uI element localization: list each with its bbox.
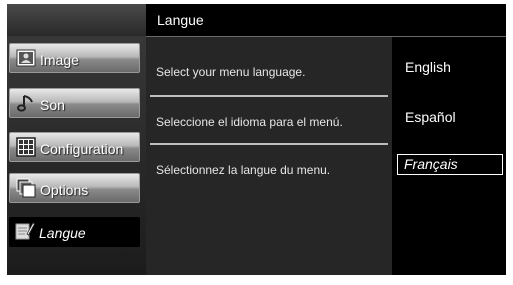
screen: Image Son Configuration Options Langue L… <box>0 0 513 285</box>
document-pen-icon <box>15 221 36 241</box>
language-option-spanish[interactable]: Español <box>405 109 456 125</box>
image-icon <box>16 48 36 68</box>
menu-item-label: Image <box>40 52 79 68</box>
menu-header: Langue <box>146 4 506 37</box>
menu-item-label: Langue <box>39 225 86 241</box>
grid-icon <box>16 137 36 157</box>
music-note-icon <box>16 93 36 113</box>
menu-item-label: Configuration <box>40 141 124 157</box>
language-option-english[interactable]: English <box>405 59 451 75</box>
stacked-windows-icon <box>16 178 36 198</box>
menu-item-langue[interactable]: Langue <box>9 217 140 247</box>
divider <box>150 143 388 145</box>
menu-item-label: Son <box>40 97 65 113</box>
menu-item-son[interactable]: Son <box>9 88 140 118</box>
divider <box>150 95 388 97</box>
description-french: Sélectionnez la langue du menu. <box>156 163 331 177</box>
menu-sidebar: Image Son Configuration Options Langue <box>7 4 146 275</box>
menu-item-image[interactable]: Image <box>9 43 140 73</box>
settings-panel: Image Son Configuration Options Langue L… <box>7 4 506 275</box>
description-panel: Select your menu language. Seleccione el… <box>146 37 392 275</box>
menu-item-label: Options <box>40 182 89 198</box>
menu-item-configuration[interactable]: Configuration <box>9 132 140 162</box>
language-list: English Español Français <box>392 37 506 275</box>
menu-sidebar-header <box>7 4 146 36</box>
language-option-french[interactable]: Français <box>397 154 503 175</box>
description-spanish: Seleccione el idioma para el menú. <box>156 115 343 129</box>
menu-item-options[interactable]: Options <box>9 173 140 203</box>
page-title: Langue <box>157 12 204 28</box>
description-english: Select your menu language. <box>156 65 306 79</box>
